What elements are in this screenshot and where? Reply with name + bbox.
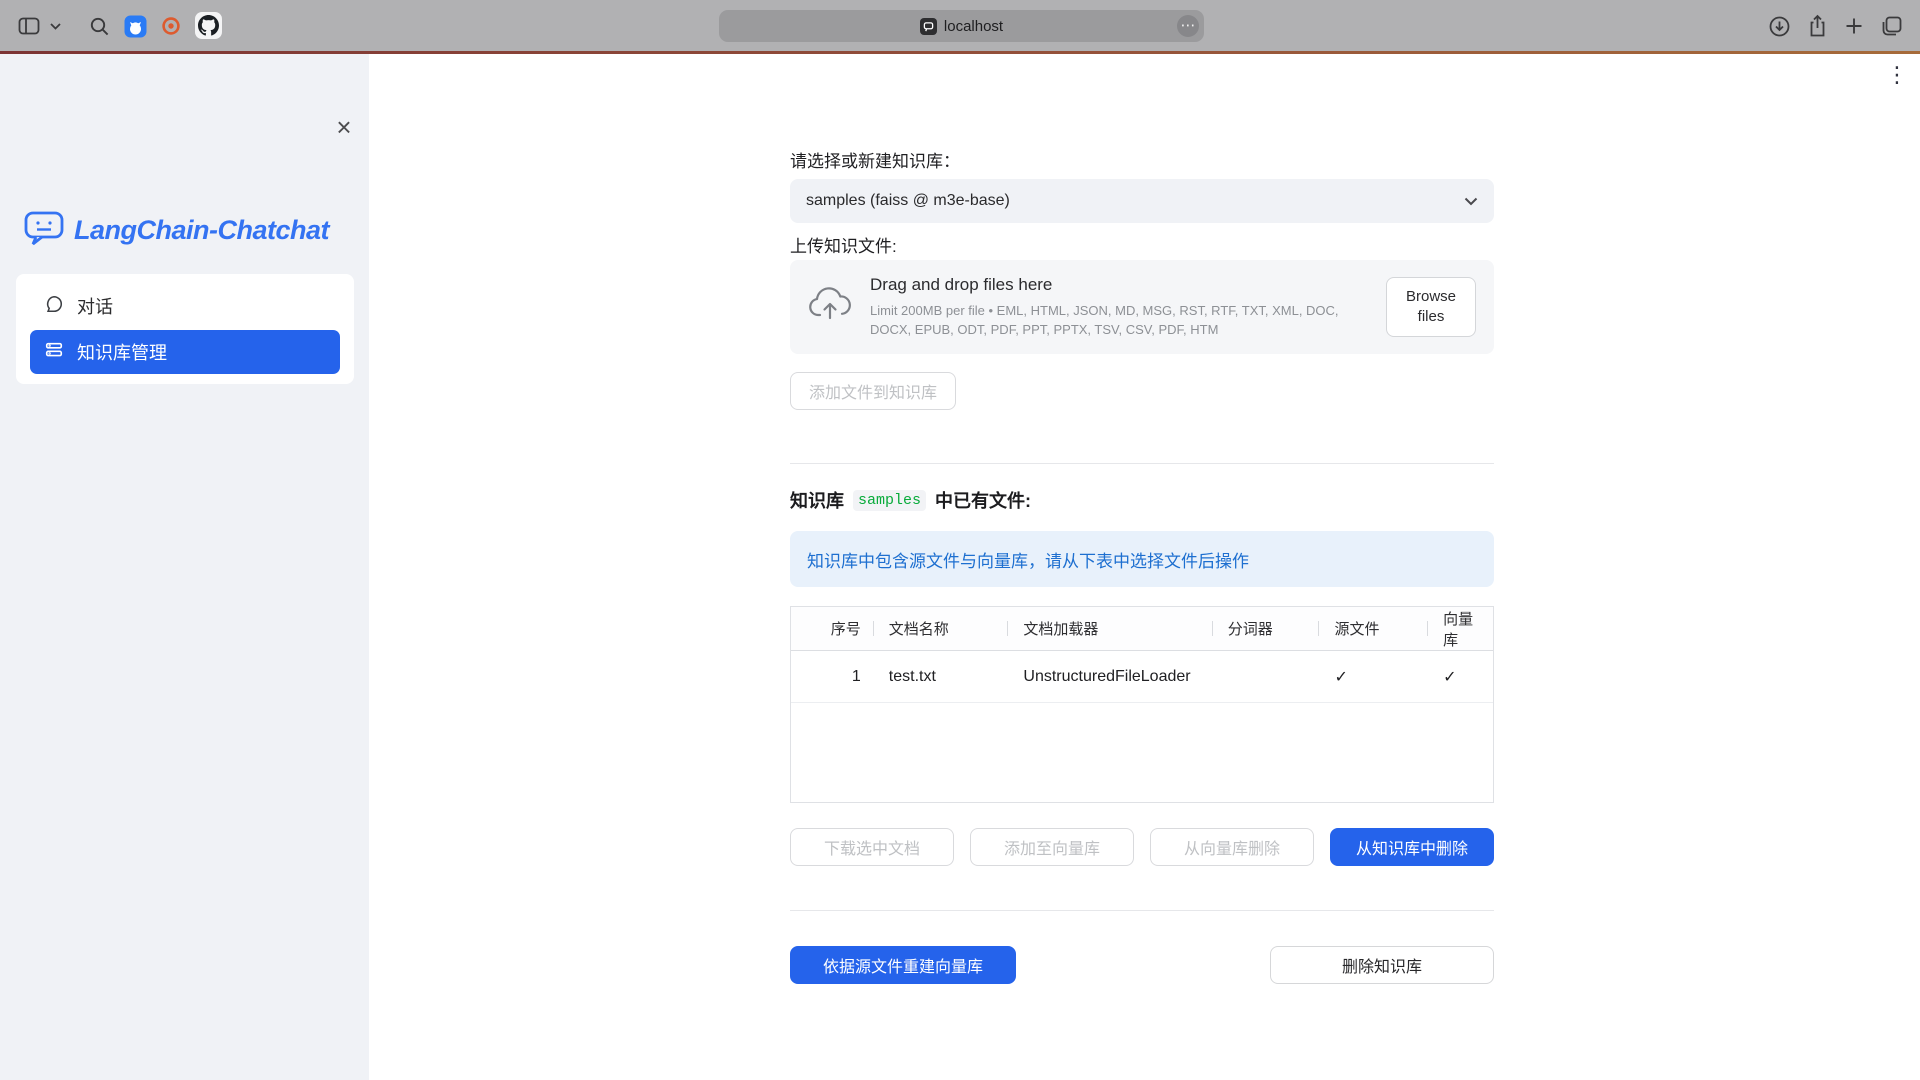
new-tab-plus-icon[interactable] bbox=[1841, 13, 1867, 39]
search-icon[interactable] bbox=[86, 13, 112, 39]
download-selected-button[interactable]: 下载选中文档 bbox=[790, 828, 954, 866]
chevron-down-icon[interactable] bbox=[48, 13, 62, 39]
chevron-down-icon bbox=[1464, 197, 1478, 206]
file-dropzone[interactable]: Drag and drop files here Limit 200MB per… bbox=[790, 260, 1494, 354]
main-area: ⋮ 请选择或新建知识库： samples (faiss @ m3e-base) … bbox=[369, 54, 1920, 1080]
knowledge-base-icon bbox=[44, 340, 64, 365]
column-header-docname[interactable]: 文档名称 bbox=[873, 607, 1008, 650]
column-header-splitter[interactable]: 分词器 bbox=[1212, 607, 1319, 650]
remove-from-vector-store-button[interactable]: 从向量库删除 bbox=[1150, 828, 1314, 866]
tab-overview-icon[interactable] bbox=[1878, 13, 1904, 39]
files-heading-suffix: 中已有文件: bbox=[935, 487, 1031, 513]
sidebar-close-icon[interactable]: × bbox=[330, 114, 358, 142]
extension-github-icon[interactable] bbox=[195, 12, 222, 39]
app-menu-kebab-icon[interactable]: ⋮ bbox=[1885, 62, 1909, 88]
browse-files-button[interactable]: Browse files bbox=[1386, 277, 1476, 338]
app-logo: LangChain-Chatchat bbox=[24, 210, 329, 251]
sidebar-item-dialogue[interactable]: 对话 bbox=[30, 284, 340, 328]
downloads-icon[interactable] bbox=[1766, 13, 1792, 39]
upload-label: 上传知识文件: bbox=[790, 232, 897, 257]
table-cell-check: ✓ bbox=[1427, 651, 1493, 702]
extension-orange-icon[interactable] bbox=[158, 13, 184, 39]
kb-name-code: samples bbox=[853, 490, 926, 511]
logo-text: LangChain-Chatchat bbox=[74, 215, 329, 246]
delete-from-kb-button[interactable]: 从知识库中删除 bbox=[1330, 828, 1494, 866]
file-action-buttons: 下载选中文档 添加至向量库 从向量库删除 从知识库中删除 bbox=[790, 828, 1494, 866]
sidebar-item-label: 对话 bbox=[77, 293, 113, 319]
url-text: localhost bbox=[944, 18, 1003, 35]
table-cell-check: ✓ bbox=[1318, 651, 1427, 702]
table-cell: UnstructuredFileLoader bbox=[1007, 651, 1211, 702]
share-icon[interactable] bbox=[1804, 13, 1830, 39]
sidebar-item-label: 知识库管理 bbox=[77, 339, 167, 365]
delete-kb-button[interactable]: 删除知识库 bbox=[1270, 946, 1494, 984]
chat-bubble-icon bbox=[44, 294, 64, 319]
site-favicon-icon bbox=[920, 18, 937, 35]
info-alert-text: 知识库中包含源文件与向量库，请从下表中选择文件后操作 bbox=[807, 547, 1249, 572]
dropzone-limit-text: Limit 200MB per file • EML, HTML, JSON, … bbox=[870, 302, 1368, 340]
column-header-vector[interactable]: 向量库 bbox=[1427, 607, 1493, 650]
add-to-vector-store-button[interactable]: 添加至向量库 bbox=[970, 828, 1134, 866]
add-files-to-kb-button[interactable]: 添加文件到知识库 bbox=[790, 372, 956, 410]
column-header-source[interactable]: 源文件 bbox=[1318, 607, 1427, 650]
table-cell bbox=[1212, 651, 1319, 702]
kb-select-label: 请选择或新建知识库： bbox=[790, 147, 960, 172]
browser-toolbar: localhost ⋯ bbox=[0, 0, 1920, 51]
sidebar: × LangChain-Chatchat 对 bbox=[0, 54, 369, 1080]
cloud-upload-icon bbox=[808, 287, 852, 328]
divider bbox=[790, 463, 1494, 464]
kb-bottom-buttons: 依据源文件重建向量库 删除知识库 bbox=[790, 946, 1494, 984]
kb-select-value: samples (faiss @ m3e-base) bbox=[806, 192, 1010, 210]
files-heading: 知识库 samples 中已有文件: bbox=[790, 487, 1031, 513]
dropzone-texts: Drag and drop files here Limit 200MB per… bbox=[870, 275, 1368, 340]
rebuild-vector-store-button[interactable]: 依据源文件重建向量库 bbox=[790, 946, 1016, 984]
address-bar[interactable]: localhost ⋯ bbox=[719, 10, 1204, 42]
dropzone-title: Drag and drop files here bbox=[870, 275, 1368, 295]
column-header-seq[interactable]: 序号 bbox=[791, 607, 873, 650]
extension-blue-icon[interactable] bbox=[122, 13, 148, 39]
sidebar-toggle-icon[interactable] bbox=[16, 13, 42, 39]
files-heading-prefix: 知识库 bbox=[790, 487, 844, 513]
info-alert: 知识库中包含源文件与向量库，请从下表中选择文件后操作 bbox=[790, 531, 1494, 587]
divider bbox=[790, 910, 1494, 911]
screen: localhost ⋯ × bbox=[0, 0, 1920, 1080]
sidebar-item-kb-management[interactable]: 知识库管理 bbox=[30, 330, 340, 374]
table-row[interactable]: 1 test.txt UnstructuredFileLoader ✓ ✓ bbox=[791, 651, 1493, 703]
files-table: 序号 文档名称 文档加载器 分词器 源文件 向量库 1 test.txt Uns… bbox=[790, 606, 1494, 803]
column-header-loader[interactable]: 文档加载器 bbox=[1007, 607, 1211, 650]
sidebar-nav: 对话 知识库管理 bbox=[16, 274, 354, 384]
table-cell: test.txt bbox=[873, 651, 1008, 702]
logo-chat-bubble-icon bbox=[24, 210, 66, 251]
kb-select[interactable]: samples (faiss @ m3e-base) bbox=[790, 179, 1494, 223]
page-content: 请选择或新建知识库： samples (faiss @ m3e-base) 上传… bbox=[790, 54, 1494, 1080]
table-header-row: 序号 文档名称 文档加载器 分词器 源文件 向量库 bbox=[791, 607, 1493, 651]
extensions-ellipsis-icon[interactable]: ⋯ bbox=[1177, 15, 1199, 37]
table-cell: 1 bbox=[791, 651, 873, 702]
